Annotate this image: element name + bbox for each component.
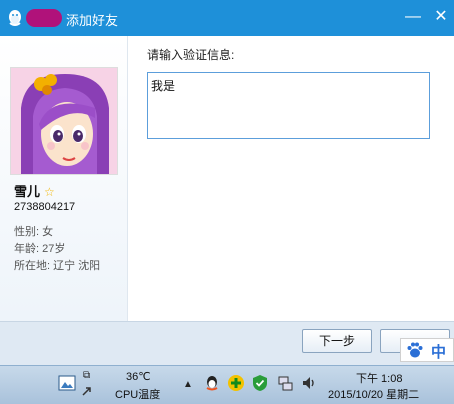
next-button[interactable]: 下一步 bbox=[302, 329, 372, 353]
qq-tray-icon[interactable] bbox=[203, 374, 221, 392]
cpu-temperature-label: CPU温度 bbox=[115, 389, 161, 401]
title-bar: 添加好友 — ✕ bbox=[0, 0, 454, 36]
arrow-icon[interactable] bbox=[81, 385, 93, 397]
verification-panel: 请输入验证信息: 我是 bbox=[128, 36, 454, 321]
volume-icon[interactable] bbox=[300, 374, 318, 392]
shield-icon[interactable] bbox=[251, 374, 269, 392]
ime-mode-label: 中 bbox=[431, 344, 447, 361]
cpu-temperature: 36℃ bbox=[126, 371, 151, 383]
window-title: 添加好友 bbox=[66, 13, 119, 28]
clock-time[interactable]: 下午 1:08 bbox=[356, 370, 402, 386]
gender-text: 性别: 女 bbox=[14, 226, 54, 238]
clock-date[interactable]: 2015/10/20 星期二 bbox=[328, 386, 419, 402]
taskbar: ⧉ 36℃ CPU温度 ▲ 下午 1:08 2015/10/20 星期二 bbox=[0, 365, 454, 404]
redacted-avatar bbox=[26, 9, 62, 27]
age-text: 年龄: 27岁 bbox=[14, 243, 66, 255]
button-bar: 下一步 bbox=[0, 321, 454, 365]
tray-expand-icon[interactable]: ▲ bbox=[183, 379, 193, 390]
minimize-button[interactable]: — bbox=[402, 6, 424, 28]
qq-number: 2738804217 bbox=[14, 201, 76, 213]
location-text: 所在地: 辽宁 沈阳 bbox=[14, 260, 101, 272]
network-icon[interactable] bbox=[276, 374, 294, 392]
nickname-row: 雪儿 ☆ bbox=[14, 181, 55, 200]
green-plus-icon[interactable] bbox=[227, 374, 245, 392]
cartoon-girl-avatar bbox=[11, 68, 117, 174]
picture-icon[interactable] bbox=[58, 374, 76, 392]
profile-panel: 雪儿 ☆ 2738804217 性别: 女 年龄: 27岁 所在地: 辽宁 沈阳 bbox=[0, 36, 128, 321]
verification-message-input[interactable]: 我是 bbox=[147, 72, 430, 139]
close-button[interactable]: ✕ bbox=[430, 6, 452, 28]
paw-icon bbox=[407, 342, 423, 358]
verification-prompt: 请输入验证信息: bbox=[147, 48, 235, 62]
nickname: 雪儿 bbox=[14, 184, 41, 199]
small-window-icon[interactable]: ⧉ bbox=[83, 370, 90, 381]
ime-status-bar[interactable]: 中 bbox=[400, 338, 454, 362]
qq-penguin-icon bbox=[9, 10, 21, 26]
star-icon: ☆ bbox=[44, 185, 55, 199]
profile-picture bbox=[10, 67, 118, 175]
